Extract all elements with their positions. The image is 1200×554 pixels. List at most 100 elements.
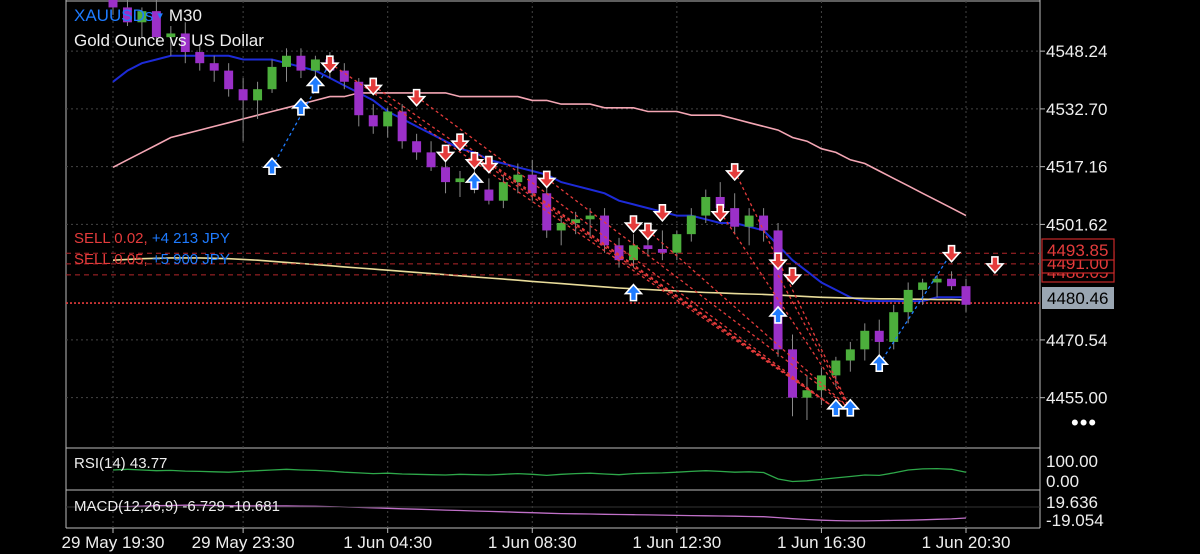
sell-arrow-icon [479, 155, 499, 174]
candle-body [267, 66, 277, 90]
sell-arrow-icon [652, 204, 673, 223]
candle-body [426, 152, 436, 168]
arrow-shape [724, 163, 745, 182]
candle-body [759, 215, 769, 231]
candle-body [773, 230, 783, 350]
candle-body [498, 182, 508, 201]
x-tick-label: 29 May 19:30 [61, 533, 164, 552]
sell-arrow-icon [941, 244, 962, 263]
trade-profit: +4 213 JPY [151, 230, 230, 247]
chart-window[interactable]: 4548.24 4532.70 4517.16 4501.62 4470.54 4455.… [0, 0, 1200, 554]
price-chart[interactable]: 4548.24 4532.70 4517.16 4501.62 4470.54 4455.… [0, 0, 1200, 554]
buy-arrow-icon [464, 171, 485, 190]
sell-arrow-icon [768, 252, 788, 271]
candle-body [701, 196, 711, 216]
sell-arrow-icon [782, 267, 803, 286]
candle-body [744, 215, 754, 227]
arrow-shape [262, 157, 282, 176]
symbol-description: Gold Ounce vs US Dollar [74, 31, 264, 50]
candle-body [296, 55, 306, 71]
candle-body [802, 390, 812, 398]
sell-arrow-icon [623, 215, 644, 234]
trade-side: SELL 0.05, [74, 251, 148, 268]
candle-body [542, 193, 552, 231]
rsi-tick-label: 0.00 [1046, 472, 1079, 491]
x-tick-label: 1 Jun 04:30 [343, 533, 432, 552]
trade-link-line [546, 177, 851, 410]
candle-body [845, 349, 855, 361]
candle-body [282, 55, 291, 67]
candle-body [339, 70, 349, 82]
buy-arrow-icon [826, 398, 846, 417]
buy-arrow-icon [305, 75, 326, 94]
candle-body [961, 286, 971, 305]
candle-body [903, 289, 913, 313]
candle-body [874, 330, 884, 342]
chevron-down-icon[interactable]: ▾ [157, 10, 163, 22]
candle-body [412, 141, 422, 153]
macd-tick-label: 19.636 [1046, 493, 1098, 512]
arrow-shape [826, 398, 846, 417]
more-dots-icon[interactable]: ••• [1071, 410, 1097, 436]
x-tick-label: 1 Jun 20:30 [922, 533, 1011, 552]
y-tick-label: 4470.54 [1046, 331, 1107, 350]
arrow-shape [320, 55, 340, 74]
x-tick-label: 1 Jun 08:30 [488, 533, 577, 552]
arrow-shape [782, 267, 803, 286]
arrow-shape [464, 171, 485, 190]
arrow-shape [406, 88, 427, 107]
candle-body [686, 215, 696, 235]
symbol-name[interactable]: XAUUSDs [74, 6, 153, 25]
rsi-label: RSI(14) 43.77 [74, 455, 168, 472]
trade-link-line [647, 229, 851, 410]
price-tag-label: 4493.85 [1047, 241, 1108, 260]
trade-label-1[interactable]: SELL 0.02, +4 213 JPY [74, 230, 230, 247]
trade-link-line [878, 252, 953, 365]
buy-arrow-icon [840, 398, 861, 417]
x-tick-label: 29 May 23:30 [192, 533, 295, 552]
buy-arrow-icon [291, 97, 311, 116]
sell-arrow-icon [985, 256, 1005, 275]
x-tick-label: 1 Jun 16:30 [777, 533, 866, 552]
candle-body [657, 249, 667, 253]
current-price-label: 4480.46 [1047, 289, 1108, 308]
symbol-selector[interactable]: XAUUSDs ▾ M30 [74, 6, 202, 26]
sell-arrow-icon [710, 204, 731, 223]
candle-body [918, 282, 928, 290]
sell-arrow-icon [363, 77, 384, 96]
candle-body [383, 111, 393, 127]
y-tick-label: 4548.24 [1046, 42, 1107, 61]
arrow-shape [479, 155, 499, 174]
arrow-shape [985, 256, 1005, 275]
buy-arrow-icon [262, 157, 282, 176]
candle-body [672, 234, 682, 253]
candle-body [484, 189, 494, 201]
y-tick-label: 4517.16 [1046, 158, 1107, 177]
y-tick-label: 4501.62 [1046, 215, 1107, 234]
rsi-line [112, 467, 967, 483]
arrow-shape [291, 97, 311, 116]
arrow-shape [941, 244, 962, 263]
x-tick-label: 1 Jun 12:30 [632, 533, 721, 552]
trade-profit: +5 900 JPY [151, 251, 230, 268]
arrow-shape [305, 75, 326, 94]
arrow-shape [840, 398, 861, 417]
buy-arrow-icon [768, 305, 788, 324]
arrow-shape [869, 354, 890, 373]
macd-label: MACD(12,26,9) -6.729 -10.681 [74, 498, 280, 515]
candle-body [643, 245, 653, 250]
arrow-shape [623, 283, 644, 302]
candle-body [209, 63, 219, 71]
candle-body [932, 278, 942, 283]
timeframe-label[interactable]: M30 [169, 6, 202, 25]
trade-label-2[interactable]: SELL 0.05, +5 900 JPY [74, 251, 230, 268]
sell-arrow-icon [406, 88, 427, 107]
arrow-shape [710, 204, 731, 223]
arrow-shape [363, 77, 384, 96]
sell-arrow-icon [638, 222, 658, 241]
macd-tick-label: -19.054 [1046, 511, 1104, 530]
y-tick-label: 4532.70 [1046, 100, 1107, 119]
sell-arrow-icon [320, 55, 340, 74]
candle-body [730, 208, 740, 227]
trade-side: SELL 0.02, [74, 230, 148, 247]
